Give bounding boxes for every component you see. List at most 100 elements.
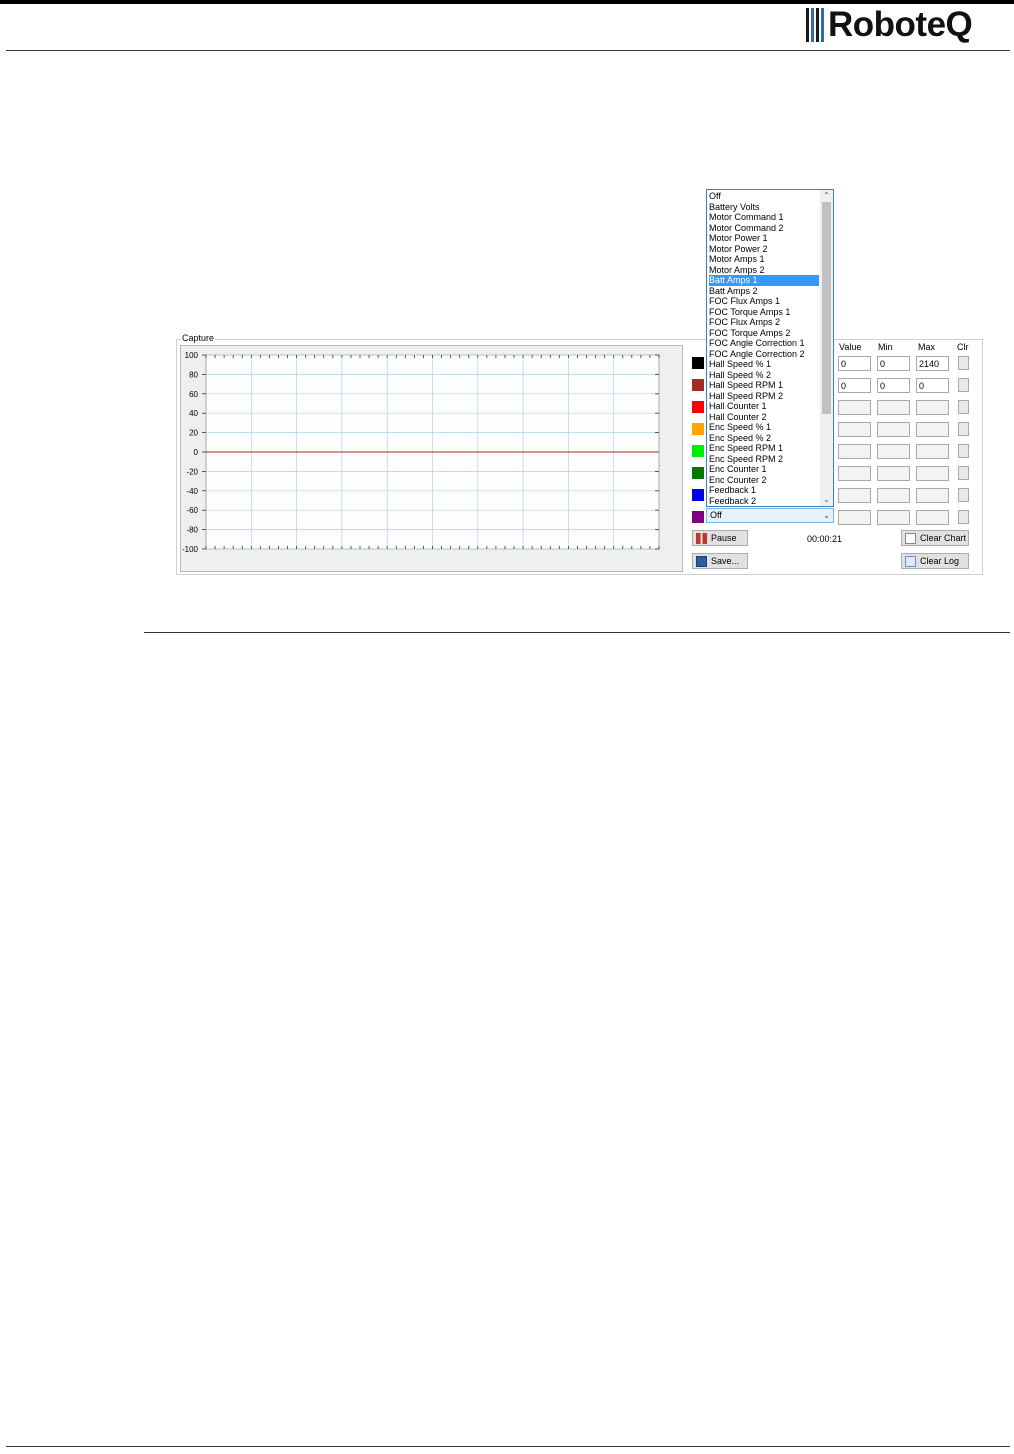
dropdown-option[interactable]: Hall Counter 1 <box>709 401 819 412</box>
dropdown-option[interactable]: Enc Counter 1 <box>709 464 819 475</box>
dropdown-option[interactable]: Feedback 2 <box>709 496 819 507</box>
channel-color-swatch[interactable] <box>692 401 704 413</box>
dropdown-option[interactable]: Hall Speed RPM 1 <box>709 380 819 391</box>
channel-max-field: 2140 <box>916 356 949 371</box>
clear-channel-button[interactable] <box>958 422 969 436</box>
dropdown-option[interactable]: FOC Angle Correction 2 <box>709 349 819 360</box>
capture-label: Capture <box>181 333 216 343</box>
channel-max-field <box>916 422 949 437</box>
y-tick-label: 60 <box>189 390 198 399</box>
channel-color-swatch[interactable] <box>692 489 704 501</box>
dropdown-option[interactable]: Motor Command 1 <box>709 212 819 223</box>
header-clr: Clr <box>957 342 969 352</box>
dropdown-option[interactable]: Batt Amps 1 <box>709 275 819 286</box>
channel-value-field <box>838 422 871 437</box>
y-tick-label: -60 <box>186 506 198 515</box>
y-tick-label: 0 <box>194 448 199 457</box>
channel-select-value: Off <box>710 510 722 520</box>
channel-color-swatch[interactable] <box>692 357 704 369</box>
header-value: Value <box>839 342 862 352</box>
clear-channel-button[interactable] <box>958 356 969 370</box>
channel-color-swatch[interactable] <box>692 379 704 391</box>
channel-dropdown-list[interactable]: ⌃ ⌄ Off Battery Volts Motor Command 1 Motor… <box>706 189 834 507</box>
channel-color-swatch[interactable] <box>692 445 704 457</box>
dropdown-option[interactable]: Hall Counter 2 <box>709 412 819 423</box>
y-tick-label: -40 <box>186 487 198 496</box>
channel-min-field <box>877 488 910 503</box>
clear-channel-button[interactable] <box>958 510 969 524</box>
clear-channel-button[interactable] <box>958 444 969 458</box>
y-tick-label: 100 <box>185 351 199 360</box>
channel-color-swatch[interactable] <box>692 467 704 479</box>
dropdown-option[interactable]: FOC Flux Amps 1 <box>709 296 819 307</box>
footer-divider <box>6 1446 1010 1447</box>
scroll-thumb[interactable] <box>822 202 831 414</box>
pause-button[interactable]: Pause <box>692 530 748 546</box>
channel-value-field <box>838 466 871 481</box>
dropdown-option[interactable]: FOC Flux Amps 2 <box>709 317 819 328</box>
pause-label: Pause <box>711 533 737 543</box>
save-label: Save... <box>711 556 740 566</box>
dropdown-option[interactable]: Battery Volts <box>709 202 819 213</box>
dropdown-option[interactable]: FOC Angle Correction 1 <box>709 338 819 349</box>
dropdown-option[interactable]: Motor Command 2 <box>709 223 819 234</box>
dropdown-option[interactable]: Enc Speed RPM 2 <box>709 454 819 465</box>
header-divider <box>6 50 1010 51</box>
dropdown-option[interactable]: Feedback 1 <box>709 485 819 496</box>
dropdown-option[interactable]: Enc Speed RPM 1 <box>709 443 819 454</box>
dropdown-option[interactable]: Enc Speed % 2 <box>709 433 819 444</box>
dropdown-option[interactable]: Motor Power 1 <box>709 233 819 244</box>
y-tick-label: 20 <box>189 429 198 438</box>
section-divider <box>144 632 1010 633</box>
channel-max-field <box>916 488 949 503</box>
save-button[interactable]: Save... <box>692 553 748 569</box>
dropdown-option[interactable]: Motor Amps 1 <box>709 254 819 265</box>
channel-value-field <box>838 400 871 415</box>
channel-value-field: 0 <box>838 378 871 393</box>
channel-color-swatch[interactable] <box>692 423 704 435</box>
channel-min-field <box>877 466 910 481</box>
channel-max-field <box>916 400 949 415</box>
clear-log-button[interactable]: Clear Log <box>901 553 969 569</box>
header-max: Max <box>918 342 936 352</box>
dropdown-option[interactable]: Motor Power 2 <box>709 244 819 255</box>
clear-chart-button[interactable]: Clear Chart <box>901 530 969 546</box>
dropdown-option[interactable]: Hall Speed % 1 <box>709 359 819 370</box>
dropdown-option[interactable]: Motor Amps 2 <box>709 265 819 276</box>
channel-color-swatch[interactable] <box>692 511 704 523</box>
elapsed-timer: 00:00:21 <box>807 534 843 544</box>
dropdown-option[interactable]: Enc Speed % 1 <box>709 422 819 433</box>
y-tick-label: -20 <box>186 467 198 476</box>
dropdown-option[interactable]: FOC Torque Amps 2 <box>709 328 819 339</box>
clear-channel-button[interactable] <box>958 488 969 502</box>
dropdown-option[interactable]: Hall Speed RPM 2 <box>709 391 819 402</box>
channel-select[interactable]: Off ⌄ <box>706 508 834 523</box>
channel-value-field: 0 <box>838 356 871 371</box>
scroll-down-icon[interactable]: ⌄ <box>822 495 831 505</box>
dropdown-option[interactable]: Enc Counter 2 <box>709 475 819 486</box>
logo-text: RoboteQ <box>828 5 973 44</box>
clear-channel-button[interactable] <box>958 466 969 480</box>
chevron-down-icon: ⌄ <box>823 511 830 520</box>
y-tick-label: 80 <box>189 370 198 379</box>
channel-min-field <box>877 444 910 459</box>
scroll-up-icon[interactable]: ⌃ <box>822 191 831 201</box>
channel-value-field <box>838 488 871 503</box>
channel-value-field <box>838 510 871 525</box>
top-rule <box>0 0 1014 4</box>
clear-channel-button[interactable] <box>958 400 969 414</box>
dropdown-scrollbar[interactable]: ⌃ ⌄ <box>820 190 833 506</box>
channel-min-field <box>877 422 910 437</box>
channel-min-field <box>877 400 910 415</box>
dropdown-option[interactable]: Batt Amps 2 <box>709 286 819 297</box>
channel-max-field <box>916 510 949 525</box>
clear-chart-label: Clear Chart <box>920 533 967 543</box>
dropdown-option[interactable]: FOC Torque Amps 1 <box>709 307 819 318</box>
document-icon <box>905 532 916 544</box>
clear-channel-button[interactable] <box>958 378 969 392</box>
save-icon <box>696 555 707 567</box>
dropdown-option[interactable]: Off <box>709 191 819 202</box>
pause-icon <box>696 532 707 544</box>
dropdown-option[interactable]: Hall Speed % 2 <box>709 370 819 381</box>
log-icon <box>905 555 916 567</box>
